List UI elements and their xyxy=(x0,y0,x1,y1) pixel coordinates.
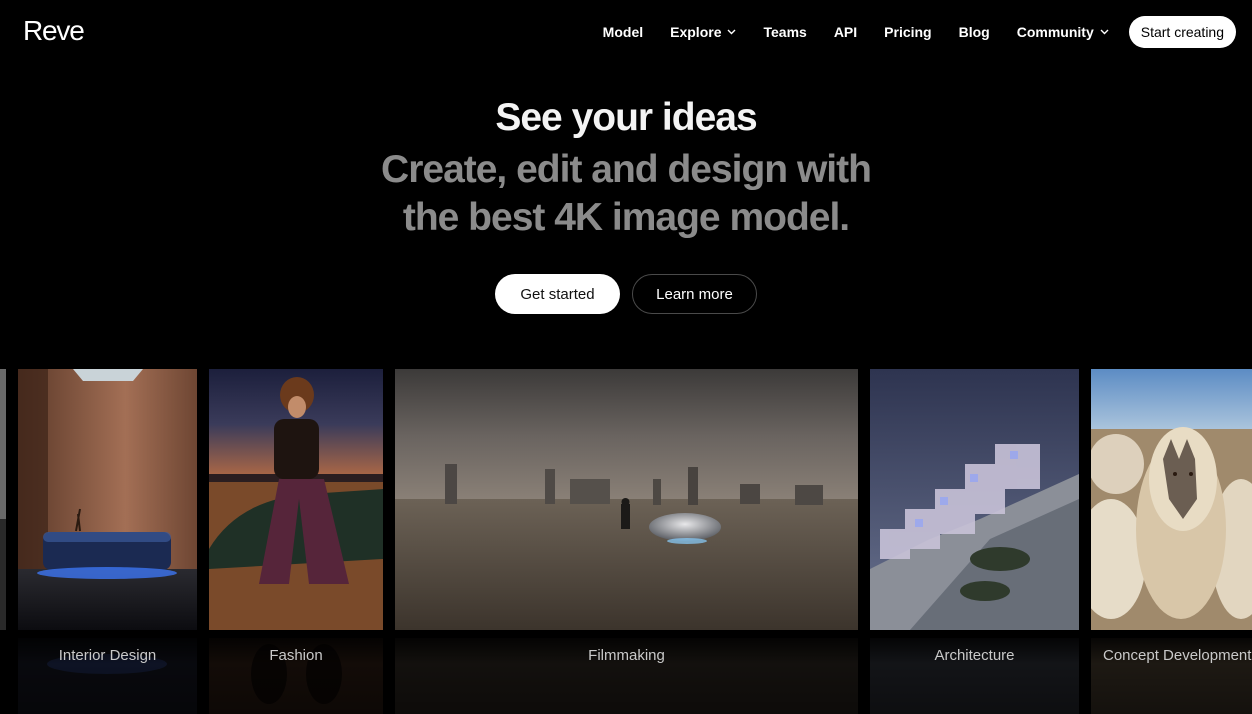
nav-pricing[interactable]: Pricing xyxy=(884,24,931,40)
hero-subtitle: Create, edit and design with the best 4K… xyxy=(0,146,1252,242)
chevron-down-icon xyxy=(727,29,736,35)
partial-card-image xyxy=(0,369,6,630)
gallery-card-partial-left[interactable] xyxy=(0,369,6,630)
nav-blog[interactable]: Blog xyxy=(959,24,990,40)
nav-model-label: Model xyxy=(602,24,644,40)
main-nav: Model Explore Teams API Pricing Blog Com… xyxy=(576,16,1236,48)
concept-development-image xyxy=(1091,369,1252,630)
get-started-button[interactable]: Get started xyxy=(495,274,620,314)
gallery-card-architecture[interactable] xyxy=(870,369,1079,630)
architecture-image xyxy=(870,369,1079,630)
gallery-card-fashion[interactable] xyxy=(209,369,383,630)
nav-teams-label: Teams xyxy=(763,24,807,40)
nav-community-label: Community xyxy=(1016,24,1094,40)
nav-community[interactable]: Community xyxy=(1017,24,1109,40)
hero-actions: Get started Learn more xyxy=(0,274,1252,314)
gallery-card-interior-design[interactable] xyxy=(18,369,197,630)
caption-fashion: Fashion xyxy=(269,647,323,664)
hero-subtitle-line-1: Create, edit and design with xyxy=(381,148,872,191)
start-creating-button[interactable]: Start creating xyxy=(1128,16,1236,48)
nav-explore-label: Explore xyxy=(670,24,722,40)
nav-pricing-label: Pricing xyxy=(884,24,932,40)
filmmaking-image xyxy=(395,369,858,630)
gallery-card-filmmaking[interactable] xyxy=(395,369,858,630)
caption-filmmaking: Filmmaking xyxy=(588,647,665,664)
caption-concept-development: Concept Development xyxy=(1103,647,1252,664)
hero-title: See your ideas xyxy=(495,96,757,139)
caption-interior-design: Interior Design xyxy=(58,647,157,664)
learn-more-button[interactable]: Learn more xyxy=(632,274,757,314)
nav-explore[interactable]: Explore xyxy=(670,24,736,40)
nav-model[interactable]: Model xyxy=(603,24,643,40)
caption-architecture: Architecture xyxy=(934,647,1015,664)
hero-subtitle-line-2: the best 4K image model. xyxy=(402,196,850,239)
gallery-card-concept-development[interactable] xyxy=(1091,369,1252,630)
fashion-image xyxy=(209,369,383,630)
interior-design-image xyxy=(18,369,197,630)
nav-teams[interactable]: Teams xyxy=(763,24,806,40)
chevron-down-icon xyxy=(1100,29,1109,35)
reve-logo[interactable]: Reve xyxy=(23,15,85,47)
nav-blog-label: Blog xyxy=(958,24,990,40)
nav-api-label: API xyxy=(833,24,858,40)
nav-api[interactable]: API xyxy=(834,24,857,40)
reflection-fade xyxy=(0,630,1252,714)
